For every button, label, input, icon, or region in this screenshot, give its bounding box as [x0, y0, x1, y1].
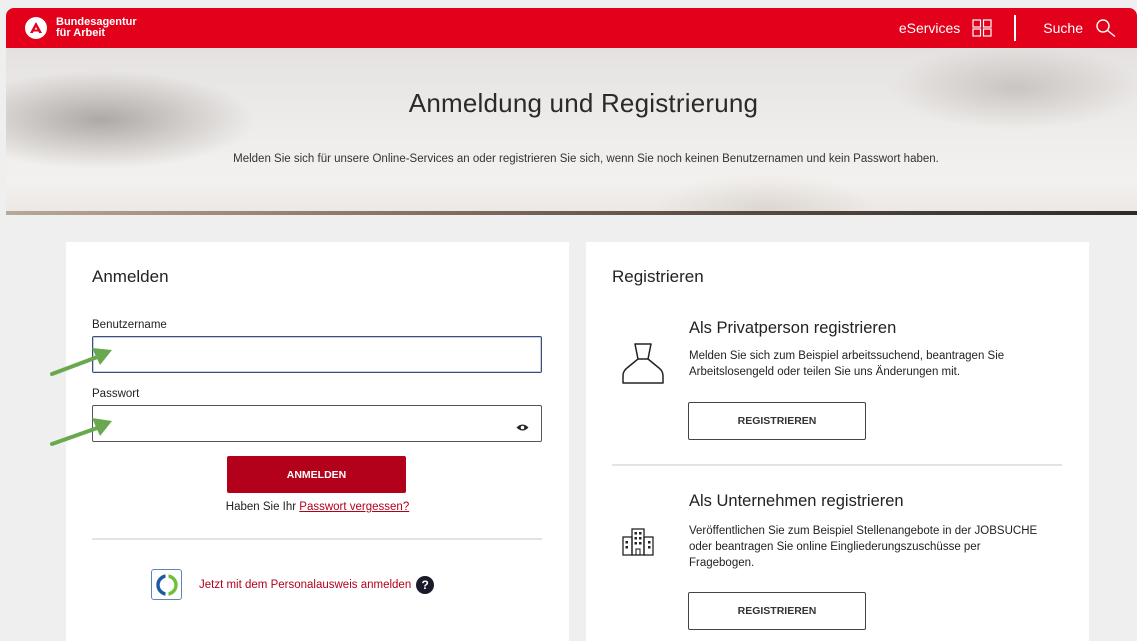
page-subtitle: Melden Sie sich für unsere Online-Servic…	[233, 153, 939, 165]
show-password-eye-icon[interactable]	[516, 419, 555, 437]
logo-line-2: für Arbeit	[56, 27, 106, 39]
password-label: Passwort	[92, 388, 140, 400]
private-register-text: Melden Sie sich zum Beispiel arbeitssuch…	[689, 350, 1005, 378]
annotation-arrow-password-icon	[50, 418, 112, 446]
ba-logo[interactable]: Bundesagentur für Arbeit	[25, 17, 137, 39]
search-icon	[1095, 18, 1117, 38]
search-button[interactable]: Suche	[1043, 18, 1117, 38]
building-icon	[622, 528, 654, 561]
username-input[interactable]	[92, 336, 542, 373]
register-panel: Registrieren Als Privatperson registrier…	[586, 242, 1089, 641]
ausweisapp-logo-icon[interactable]	[151, 569, 182, 600]
forgot-prefix: Haben Sie Ihr	[225, 501, 300, 513]
top-bar: Bundesagentur für Arbeit eServices Suche	[6, 8, 1137, 48]
grid-icon	[972, 19, 992, 37]
private-register-title: Als Privatperson registrieren	[689, 319, 897, 337]
forgot-password-row: Haben Sie Ihr Passwort vergessen?	[66, 501, 569, 513]
register-title: Registrieren	[612, 267, 704, 286]
login-button[interactable]: ANMELDEN	[227, 456, 406, 493]
id-card-login-link[interactable]: Jetzt mit dem Personalausweis anmelden	[199, 579, 411, 591]
register-private-button[interactable]: REGISTRIEREN	[688, 402, 866, 440]
company-register-title: Als Unternehmen registrieren	[689, 492, 904, 510]
register-divider	[612, 464, 1062, 466]
eservices-label: eServices	[898, 20, 961, 36]
username-label: Benutzername	[92, 319, 167, 331]
forgot-password-link[interactable]: Passwort vergessen?	[299, 501, 409, 513]
company-register-text: Veröffentlichen Sie zum Beispiel Stellen…	[689, 525, 1038, 569]
page-title: Anmeldung und Registrierung	[408, 88, 759, 118]
register-company-button[interactable]: REGISTRIEREN	[688, 592, 866, 630]
search-label: Suche	[1043, 20, 1083, 36]
eservices-menu[interactable]: eServices	[899, 19, 992, 37]
login-divider	[92, 538, 542, 540]
login-title: Anmelden	[92, 267, 169, 286]
person-icon	[621, 340, 665, 391]
hero-banner: Anmeldung und Registrierung Melden Sie s…	[6, 48, 1137, 215]
annotation-arrow-username-icon	[50, 348, 112, 376]
logo-text: Bundesagentur für Arbeit	[56, 17, 137, 39]
login-panel: Anmelden Benutzername Passwort ANMELDEN …	[66, 242, 569, 641]
id-card-login-row: Jetzt mit dem Personalausweis anmelden ?	[151, 569, 435, 600]
header-divider	[1014, 15, 1017, 41]
help-icon[interactable]: ?	[416, 575, 435, 594]
password-input[interactable]	[92, 405, 542, 442]
ba-logo-icon	[25, 17, 47, 39]
